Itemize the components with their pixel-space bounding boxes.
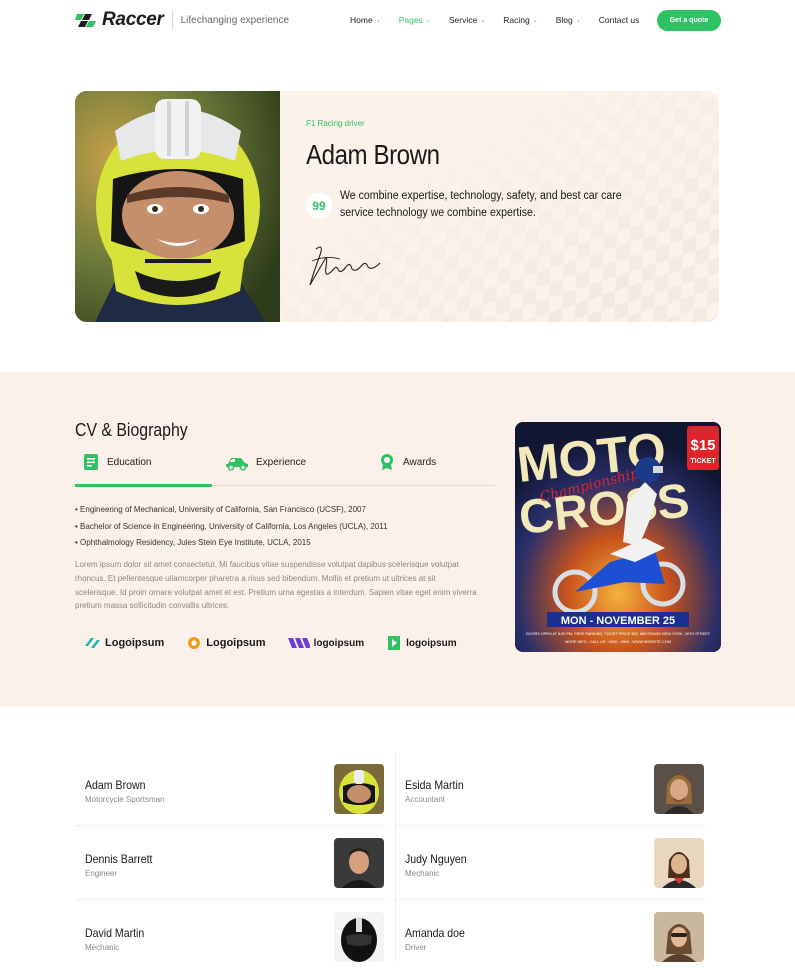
site-header: Raccer Lifechanging experience Home ⌄ Pag… <box>0 0 795 42</box>
tab-education[interactable]: Education <box>82 453 151 471</box>
team-member-card[interactable]: Esida Martin Accountant <box>395 752 705 826</box>
brand-tagline: Lifechanging experience <box>180 14 290 26</box>
poster-price: $15 <box>690 437 715 454</box>
partner-logo[interactable]: Logoipsum <box>186 636 266 650</box>
avatar <box>334 764 384 814</box>
partner-logo[interactable]: logoipsum <box>287 636 365 650</box>
chevron-down-icon: ⌄ <box>425 17 431 24</box>
education-item: Bachelor of Science in Engineering, Univ… <box>80 521 388 531</box>
nav-service[interactable]: Service ⌄ <box>449 15 485 25</box>
avatar <box>334 912 384 962</box>
member-role: Motorcycle Sportsman <box>85 795 165 804</box>
chevron-down-icon: ⌄ <box>480 17 486 24</box>
member-role: Accountant <box>405 795 446 804</box>
book-icon <box>82 453 100 471</box>
driver-hero-card: F1 Racing driver Adam Brown 99 We combin… <box>75 91 719 322</box>
award-icon <box>378 453 396 471</box>
poster-ticket: TICKET <box>690 458 716 465</box>
nav-pages-label: Pages <box>398 15 423 25</box>
team-member-card[interactable]: Amanda doe Driver <box>395 900 705 974</box>
partner-logo[interactable]: logoipsum <box>386 636 457 650</box>
nav-racing[interactable]: Racing ⌄ <box>503 15 538 25</box>
driver-quote: We combine expertise, technology, safety… <box>340 190 622 219</box>
member-role: Mechanic <box>405 869 440 878</box>
member-role: Mechanic <box>85 943 120 952</box>
tab-experience[interactable]: Experience <box>225 453 306 471</box>
member-name: Dennis Barrett <box>85 852 153 866</box>
poster-date: MON - NOVEMBER 25 <box>561 615 675 627</box>
avatar <box>654 764 704 814</box>
cv-biography-section: CV & Biography Education Experience Awar… <box>0 372 795 707</box>
tab-education-label: Education <box>107 456 152 468</box>
partner-logos: Logoipsum Logoipsum logoipsum logoipsum <box>85 636 479 650</box>
avatar <box>654 912 704 962</box>
member-role: Driver <box>405 943 427 952</box>
poster-info-2: MORE INFO : CALL US : 0000 - 9999 - WWW.… <box>565 640 671 644</box>
driver-name: Adam Brown <box>306 139 440 170</box>
bars-logo-icon <box>287 638 310 648</box>
partner-logo-text: Logoipsum <box>105 637 165 649</box>
team-member-card[interactable]: Judy Nguyen Mechanic <box>395 826 705 900</box>
chevron-down-icon: ⌄ <box>575 17 581 24</box>
logo-divider <box>171 11 173 29</box>
brand-name: Raccer <box>102 9 164 30</box>
signature-image <box>309 246 381 286</box>
driver-eyebrow: F1 Racing driver <box>306 119 365 128</box>
list-item: • Bachelor of Science in Engineering, Un… <box>75 521 388 531</box>
stripes-logo-icon <box>85 638 100 648</box>
chevron-down-icon: ⌄ <box>532 17 538 24</box>
avatar <box>334 838 384 888</box>
nav-contact-label: Contact us <box>598 15 640 25</box>
partner-logo-text: logoipsum <box>406 637 457 649</box>
main-nav: Home ⌄ Pages ⌄ Service ⌄ Racing ⌄ Blog ⌄ Cont… <box>350 15 657 25</box>
bio-paragraph: Lorem ipsum dolor sit amet consectetur. … <box>75 560 477 611</box>
partner-logo-text: logoipsum <box>313 637 365 649</box>
get-quote-button[interactable]: Get a quote <box>657 10 721 31</box>
chevron-down-icon: ⌄ <box>375 17 381 24</box>
nav-contact[interactable]: Contact us <box>599 15 640 25</box>
flag-logo-icon <box>75 10 99 30</box>
team-member-card[interactable]: Dennis Barrett Engineer <box>75 826 385 900</box>
nav-racing-label: Racing <box>503 15 530 25</box>
team-member-card[interactable]: David Martin Mechanic <box>75 900 385 974</box>
nav-home-label: Home <box>350 15 373 25</box>
section-title: CV & Biography <box>75 420 188 440</box>
nav-pages[interactable]: Pages ⌄ <box>399 15 431 25</box>
tab-experience-label: Experience <box>256 456 307 468</box>
education-list: • Engineering of Mechanical, University … <box>75 502 388 552</box>
nav-blog[interactable]: Blog ⌄ <box>556 15 581 25</box>
active-tab-indicator <box>75 484 212 487</box>
leaf-logo-icon <box>388 636 401 650</box>
driver-photo <box>75 91 280 322</box>
nav-blog-label: Blog <box>555 15 573 25</box>
member-name: Judy Nguyen <box>405 852 467 866</box>
tab-awards[interactable]: Awards <box>378 453 436 471</box>
tab-awards-label: Awards <box>403 456 437 468</box>
member-name: Adam Brown <box>85 778 146 792</box>
member-role: Engineer <box>85 869 118 878</box>
cv-tabs: Education Experience Awards <box>75 448 495 487</box>
partner-logo[interactable]: Logoipsum <box>85 636 164 650</box>
team-member-card[interactable]: Adam Brown Motorcycle Sportsman <box>75 752 385 826</box>
education-item: Engineering of Mechanical, University of… <box>80 505 366 514</box>
poster-info-1: DOORS OPEN AT 8:00 PM, FREE PARKING, TIC… <box>526 632 711 636</box>
list-item: • Ophthalmology Residency, Jules Stein E… <box>75 538 311 547</box>
nav-home[interactable]: Home ⌄ <box>350 15 381 25</box>
car-icon <box>225 453 249 471</box>
brand-logo[interactable]: Raccer Lifechanging experience <box>75 9 289 31</box>
motocross-poster: MOTO CROSS Championship $15 TICKET MON -… <box>515 422 721 652</box>
nav-service-label: Service <box>448 15 478 25</box>
member-name: Amanda doe <box>405 926 465 940</box>
avatar <box>654 838 704 888</box>
member-name: Esida Martin <box>405 778 464 792</box>
quote-icon: 99 <box>306 193 332 219</box>
partner-logo-text: Logoipsum <box>206 637 266 649</box>
member-name: David Martin <box>85 926 145 940</box>
list-item: • Engineering of Mechanical, University … <box>75 505 366 514</box>
flower-logo-icon <box>188 637 201 649</box>
education-item: Ophthalmology Residency, Jules Stein Eye… <box>80 538 311 547</box>
